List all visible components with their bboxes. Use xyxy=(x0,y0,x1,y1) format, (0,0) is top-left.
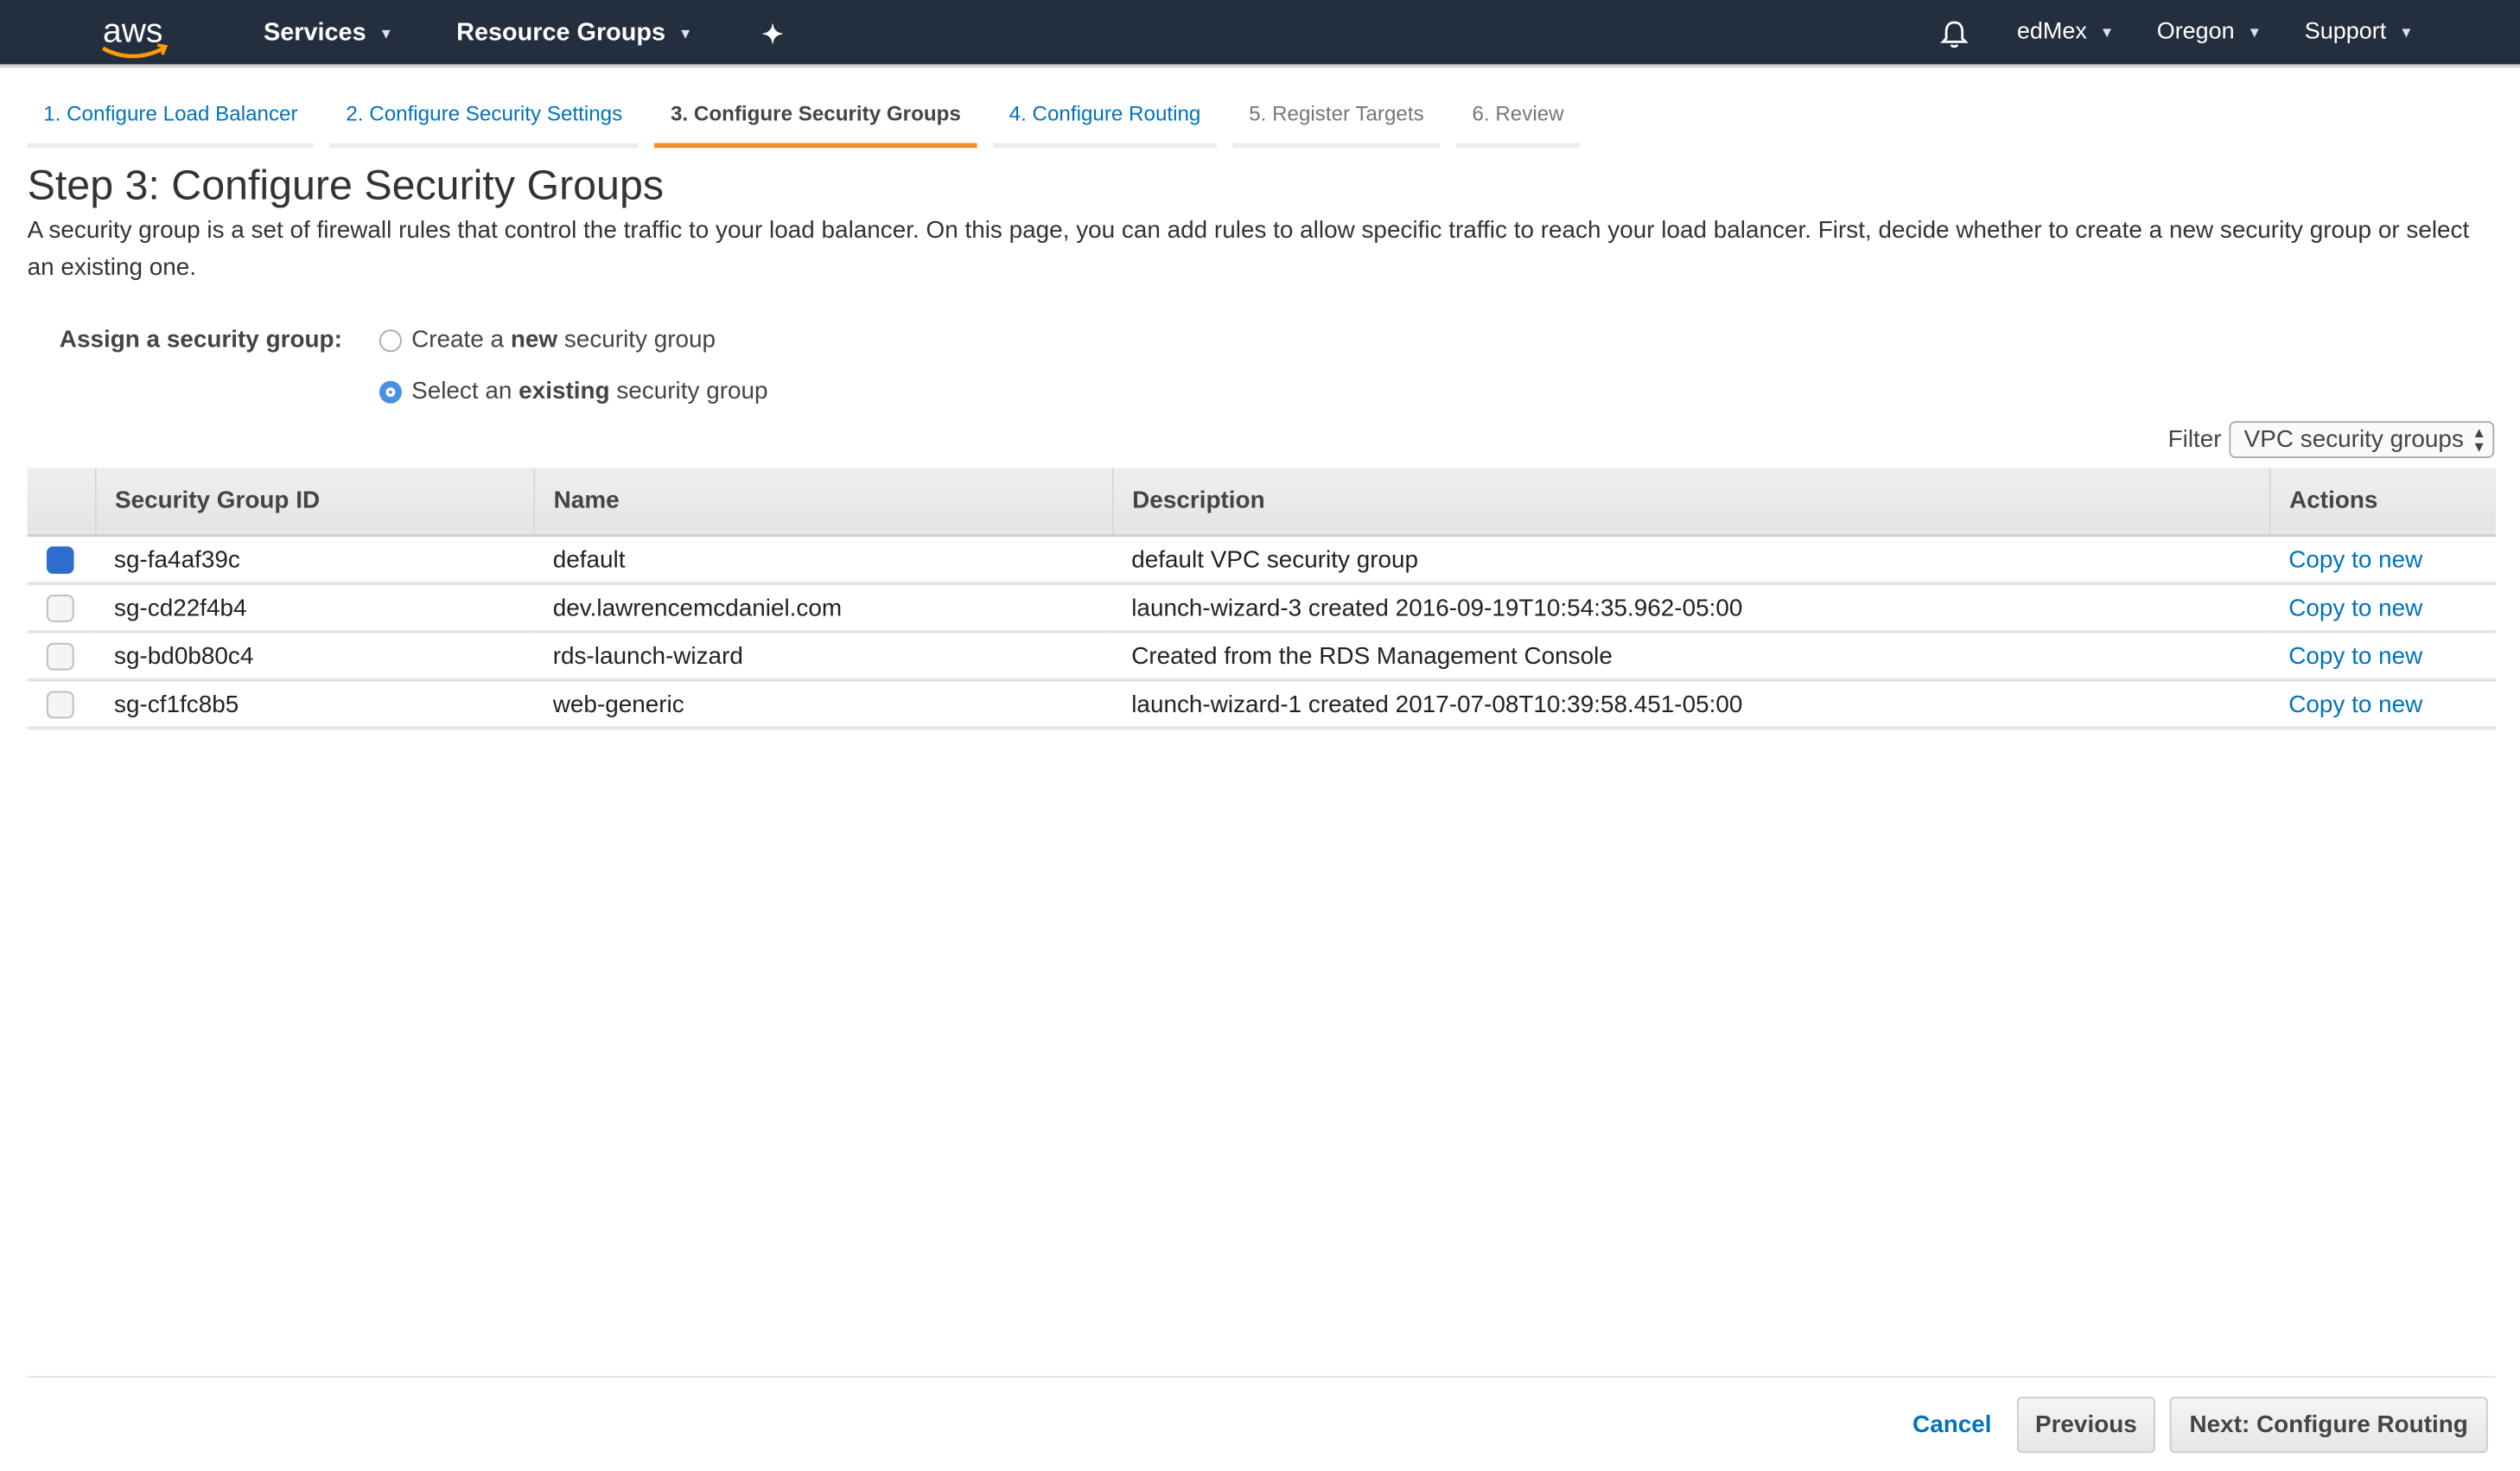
radio-label: Select an existing security group xyxy=(411,378,768,405)
svg-text:aws: aws xyxy=(103,12,162,49)
aws-logo[interactable]: aws xyxy=(97,6,174,60)
select-column-header xyxy=(28,468,95,535)
cell-actions: Copy to new xyxy=(2269,679,2497,730)
services-label: Services xyxy=(263,19,366,47)
copy-to-new-link[interactable]: Copy to new xyxy=(2288,642,2422,670)
top-nav-bar: aws Services ▼ Resource Groups ▼ ✦ edMex ▼ … xyxy=(0,0,2520,68)
step-register-targets: 5. Register Targets xyxy=(1232,93,1441,149)
chevron-down-icon: ▼ xyxy=(678,25,693,42)
column-header-description[interactable]: Description xyxy=(1110,468,2269,536)
step-configure-load-balancer[interactable]: 1. Configure Load Balancer xyxy=(27,93,315,149)
previous-button[interactable]: Previous xyxy=(2016,1397,2155,1454)
cell-id: sg-cf1fc8b5 xyxy=(94,679,534,730)
chevron-down-icon: ▼ xyxy=(2247,23,2262,41)
region-label: Oregon xyxy=(2156,19,2235,46)
row-checkbox[interactable] xyxy=(46,641,74,670)
user-menu[interactable]: edMex ▼ xyxy=(2017,19,2114,45)
column-header-id[interactable]: Security Group ID xyxy=(93,468,534,536)
page-title: Step 3: Configure Security Groups xyxy=(27,160,665,209)
radio-select-existing[interactable]: Select an existing security group xyxy=(379,378,768,405)
cell-id: sg-cd22f4b4 xyxy=(94,583,534,634)
step-configure-security-groups[interactable]: 3. Configure Security Groups xyxy=(654,93,977,149)
table-row[interactable]: sg-cd22f4b4 dev.lawrencemcdaniel.com lau… xyxy=(27,583,2497,634)
select-arrows-icon: ▲ ▼ xyxy=(2472,423,2486,455)
support-label: Support xyxy=(2304,19,2387,46)
support-menu[interactable]: Support ▼ xyxy=(2305,19,2414,45)
pin-icon[interactable]: ✦ xyxy=(761,19,783,51)
row-checkbox[interactable] xyxy=(46,545,74,573)
cell-description: default VPC security group xyxy=(1111,535,2269,585)
chevron-down-icon: ▼ xyxy=(2399,23,2414,41)
footer-divider xyxy=(27,1375,2497,1378)
cell-actions: Copy to new xyxy=(2269,535,2497,585)
row-checkbox[interactable] xyxy=(46,594,74,621)
table-row[interactable]: sg-fa4af39c default default VPC security… xyxy=(27,535,2497,585)
step-configure-routing[interactable]: 4. Configure Routing xyxy=(993,93,1217,149)
step-review: 6. Review xyxy=(1455,93,1581,149)
radio-create-new[interactable]: Create a new security group xyxy=(379,326,716,354)
page-description: A security group is a set of firewall ru… xyxy=(27,217,2470,282)
chevron-down-icon: ▼ xyxy=(379,25,394,42)
cell-name: web-generic xyxy=(533,679,1112,730)
column-header-name[interactable]: Name xyxy=(532,468,1112,536)
security-groups-table: Security Group ID Name Description Actio… xyxy=(27,468,2497,730)
cell-id: sg-bd0b80c4 xyxy=(94,631,534,682)
cell-description: launch-wizard-3 created 2016-09-19T10:54… xyxy=(1111,583,2269,634)
copy-to-new-link[interactable]: Copy to new xyxy=(2288,545,2422,573)
cancel-button[interactable]: Cancel xyxy=(1912,1411,1992,1439)
filter-value: VPC security groups xyxy=(2243,425,2464,454)
row-checkbox-cell xyxy=(27,679,95,730)
filter-select[interactable]: VPC security groups ▲ ▼ xyxy=(2229,421,2495,459)
user-label: edMex xyxy=(2016,19,2087,46)
cell-actions: Copy to new xyxy=(2269,583,2497,634)
cell-name: default xyxy=(533,535,1112,585)
region-menu[interactable]: Oregon ▼ xyxy=(2157,19,2262,45)
next-configure-routing-button[interactable]: Next: Configure Routing xyxy=(2169,1397,2488,1454)
row-checkbox-cell xyxy=(27,631,95,682)
radio-button[interactable] xyxy=(379,328,402,352)
chevron-down-icon: ▼ xyxy=(2099,23,2115,41)
cell-description: Created from the RDS Management Console xyxy=(1111,631,2269,682)
radio-button-selected[interactable] xyxy=(379,379,402,403)
table-row[interactable]: sg-cf1fc8b5 web-generic launch-wizard-1 … xyxy=(27,679,2497,730)
cell-name: dev.lawrencemcdaniel.com xyxy=(533,583,1112,634)
bell-icon[interactable] xyxy=(1940,19,1969,49)
copy-to-new-link[interactable]: Copy to new xyxy=(2288,691,2422,718)
step-configure-security-settings[interactable]: 2. Configure Security Settings xyxy=(329,93,639,149)
row-checkbox-cell xyxy=(27,535,95,585)
row-checkbox[interactable] xyxy=(46,690,74,718)
column-header-actions: Actions xyxy=(2268,468,2497,536)
cell-name: rds-launch-wizard xyxy=(533,631,1112,682)
assign-security-group-label: Assign a security group: xyxy=(59,326,342,354)
services-menu[interactable]: Services ▼ xyxy=(264,19,393,48)
filter-label: Filter xyxy=(2167,425,2222,454)
resource-groups-menu[interactable]: Resource Groups ▼ xyxy=(456,19,692,48)
row-checkbox-cell xyxy=(27,583,95,634)
resource-groups-label: Resource Groups xyxy=(456,19,666,47)
filter: Filter VPC security groups ▲ ▼ xyxy=(2167,421,2495,459)
copy-to-new-link[interactable]: Copy to new xyxy=(2288,594,2422,621)
cell-id: sg-fa4af39c xyxy=(94,535,534,585)
table-row[interactable]: sg-bd0b80c4 rds-launch-wizard Created fr… xyxy=(27,631,2497,682)
cell-description: launch-wizard-1 created 2017-07-08T10:39… xyxy=(1111,679,2269,730)
wizard-steps: 1. Configure Load Balancer 2. Configure … xyxy=(27,93,1581,149)
cell-actions: Copy to new xyxy=(2269,631,2497,682)
radio-label: Create a new security group xyxy=(411,326,716,354)
